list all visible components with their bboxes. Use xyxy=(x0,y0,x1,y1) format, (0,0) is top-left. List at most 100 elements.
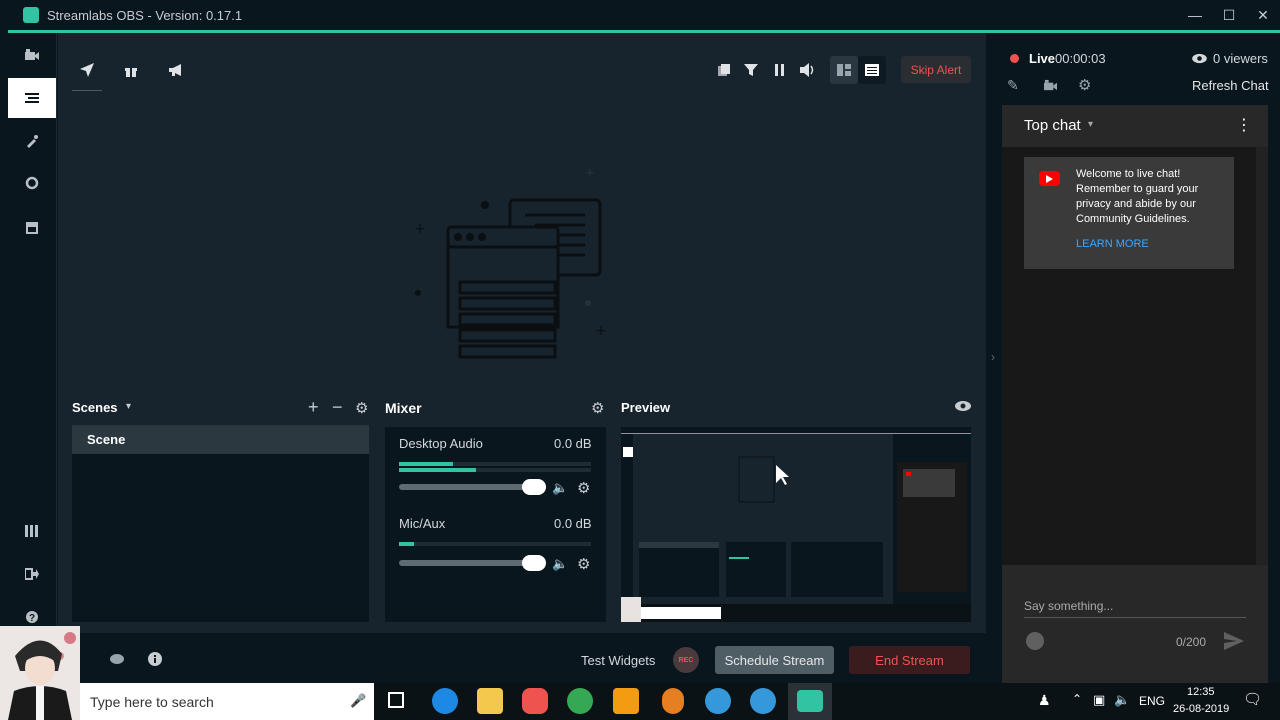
split-view-icon[interactable] xyxy=(830,56,858,84)
scene-settings-icon[interactable]: ⚙ xyxy=(355,399,368,417)
file-explorer-icon[interactable] xyxy=(477,688,503,714)
copy-icon[interactable] xyxy=(712,58,736,82)
gift-icon[interactable] xyxy=(119,58,143,82)
pause-icon[interactable] xyxy=(768,58,792,82)
learn-more-link[interactable]: LEARN MORE xyxy=(1076,238,1149,250)
list-view-icon[interactable] xyxy=(858,56,886,84)
rec-button[interactable]: REC xyxy=(673,647,699,673)
test-widgets-button[interactable]: Test Widgets xyxy=(581,653,655,668)
schedule-stream-button[interactable]: Schedule Stream xyxy=(715,646,834,674)
dashboard-icon[interactable] xyxy=(8,78,56,118)
rec-label: REC xyxy=(678,656,694,664)
minimize-icon[interactable]: — xyxy=(1178,0,1212,30)
window-title: Streamlabs OBS - Version: 0.17.1 xyxy=(47,7,243,23)
tray-chevron-icon[interactable]: ⌃ xyxy=(1072,692,1082,706)
cloud-app-icon[interactable] xyxy=(613,688,639,714)
chat-input[interactable]: Say something... xyxy=(1024,599,1113,613)
send-icon[interactable] xyxy=(75,58,99,82)
char-counter: 0/200 xyxy=(1176,635,1207,649)
mute-icon[interactable]: 🔈 xyxy=(552,480,568,496)
volume-slider[interactable] xyxy=(399,484,529,490)
youtube-icon xyxy=(1039,171,1060,186)
svg-text:+: + xyxy=(414,221,426,237)
browser-app-icon[interactable] xyxy=(705,688,731,714)
speaker-icon[interactable]: 🔈 xyxy=(1114,692,1130,708)
chat-mode-dropdown-icon[interactable]: ▾ xyxy=(1088,119,1093,130)
filter-icon[interactable] xyxy=(739,58,763,82)
remove-scene-icon[interactable]: − xyxy=(332,397,343,418)
network-icon[interactable]: ▣ xyxy=(1093,692,1105,708)
scenes-title: Scenes xyxy=(72,400,118,415)
end-stream-button[interactable]: End Stream xyxy=(849,646,970,674)
mute-icon[interactable]: 🔈 xyxy=(552,556,568,572)
studio-icon[interactable] xyxy=(8,35,56,75)
task-view-icon[interactable] xyxy=(388,692,404,708)
add-scene-icon[interactable]: + xyxy=(308,397,319,418)
chat-mode-selector[interactable]: Top chat xyxy=(1024,117,1081,134)
studio-mode-icon[interactable] xyxy=(1043,79,1058,92)
taskbar-search-input[interactable]: Type here to search 🎤 xyxy=(78,683,374,720)
more-options-icon[interactable]: ⋮ xyxy=(1236,115,1252,135)
chatbot-icon[interactable] xyxy=(8,163,56,203)
language-indicator[interactable]: ENG xyxy=(1139,694,1165,708)
chrome-icon[interactable] xyxy=(567,688,593,714)
taskbar-search-placeholder: Type here to search xyxy=(90,693,214,710)
store-icon[interactable] xyxy=(8,207,56,247)
refresh-chat-button[interactable]: Refresh Chat xyxy=(1192,78,1269,93)
volume-slider-handle[interactable] xyxy=(522,479,546,495)
themes-icon[interactable] xyxy=(8,121,56,161)
eye-icon[interactable] xyxy=(955,400,971,412)
audio-meter xyxy=(399,462,591,466)
taskbar-time[interactable]: 12:35 xyxy=(1187,686,1215,698)
mixer-source-db: 0.0 dB xyxy=(554,516,592,531)
notifications-icon[interactable]: 🗨 xyxy=(1243,690,1262,708)
close-icon[interactable]: ✕ xyxy=(1246,0,1280,30)
volume-slider[interactable] xyxy=(399,560,529,566)
empty-alerts-illustration: + + + xyxy=(410,165,640,365)
volume-slider-handle[interactable] xyxy=(522,555,546,571)
send-message-icon[interactable] xyxy=(1224,632,1244,650)
chat-scrollbar[interactable] xyxy=(1256,147,1268,565)
logout-icon[interactable] xyxy=(8,554,56,594)
title-bar: Streamlabs OBS - Version: 0.17.1 — ☐ ✕ xyxy=(0,0,1280,30)
emoji-icon[interactable] xyxy=(1026,632,1044,650)
audio-meter xyxy=(399,542,591,546)
collapse-chevron-icon[interactable]: › xyxy=(991,350,995,364)
edit-icon[interactable]: ✎ xyxy=(1007,77,1019,94)
maximize-icon[interactable]: ☐ xyxy=(1212,0,1246,30)
source-settings-icon[interactable]: ⚙ xyxy=(577,479,590,497)
volume-icon[interactable] xyxy=(796,58,820,82)
streamlabs-taskbar-button[interactable] xyxy=(788,683,832,720)
megaphone-icon[interactable] xyxy=(164,58,188,82)
chat-settings-icon[interactable]: ⚙ xyxy=(1078,76,1091,94)
left-nav: ? xyxy=(8,33,57,633)
streamlabs-logo-icon xyxy=(23,7,39,23)
skip-alert-button[interactable]: Skip Alert xyxy=(901,56,971,83)
welcome-text: Welcome to live chat! Remember to guard … xyxy=(1076,168,1199,225)
webcam-avatar xyxy=(0,626,80,720)
browser-app-2-icon[interactable] xyxy=(750,688,776,714)
audio-meter-fill xyxy=(399,462,453,466)
viewer-count: 0 viewers xyxy=(1213,51,1268,66)
mixer-settings-icon[interactable]: ⚙ xyxy=(591,399,604,417)
camera-app-icon[interactable] xyxy=(522,688,548,714)
edge-icon[interactable] xyxy=(432,688,458,714)
scene-item[interactable]: Scene xyxy=(72,425,369,454)
taskbar-date[interactable]: 26-08-2019 xyxy=(1173,703,1229,715)
audio-meter-fill xyxy=(399,542,415,546)
layout-icon[interactable] xyxy=(8,511,56,551)
people-icon[interactable]: ♟ xyxy=(1038,692,1051,709)
viewers-eye-icon xyxy=(1192,53,1207,64)
microphone-icon[interactable]: 🎤 xyxy=(350,693,366,709)
scenes-dropdown-icon[interactable]: ▾ xyxy=(126,401,131,412)
svg-text:+: + xyxy=(595,323,607,339)
recorder-icon[interactable] xyxy=(662,688,684,714)
preview-canvas[interactable] xyxy=(621,427,971,622)
svg-text:+: + xyxy=(585,166,595,180)
cloud-icon[interactable] xyxy=(110,652,124,664)
info-icon[interactable] xyxy=(148,652,162,666)
preview-title: Preview xyxy=(621,400,671,415)
source-settings-icon[interactable]: ⚙ xyxy=(577,555,590,573)
mixer-source-name: Mic/Aux xyxy=(399,516,446,531)
audio-meter-fill xyxy=(399,468,476,472)
